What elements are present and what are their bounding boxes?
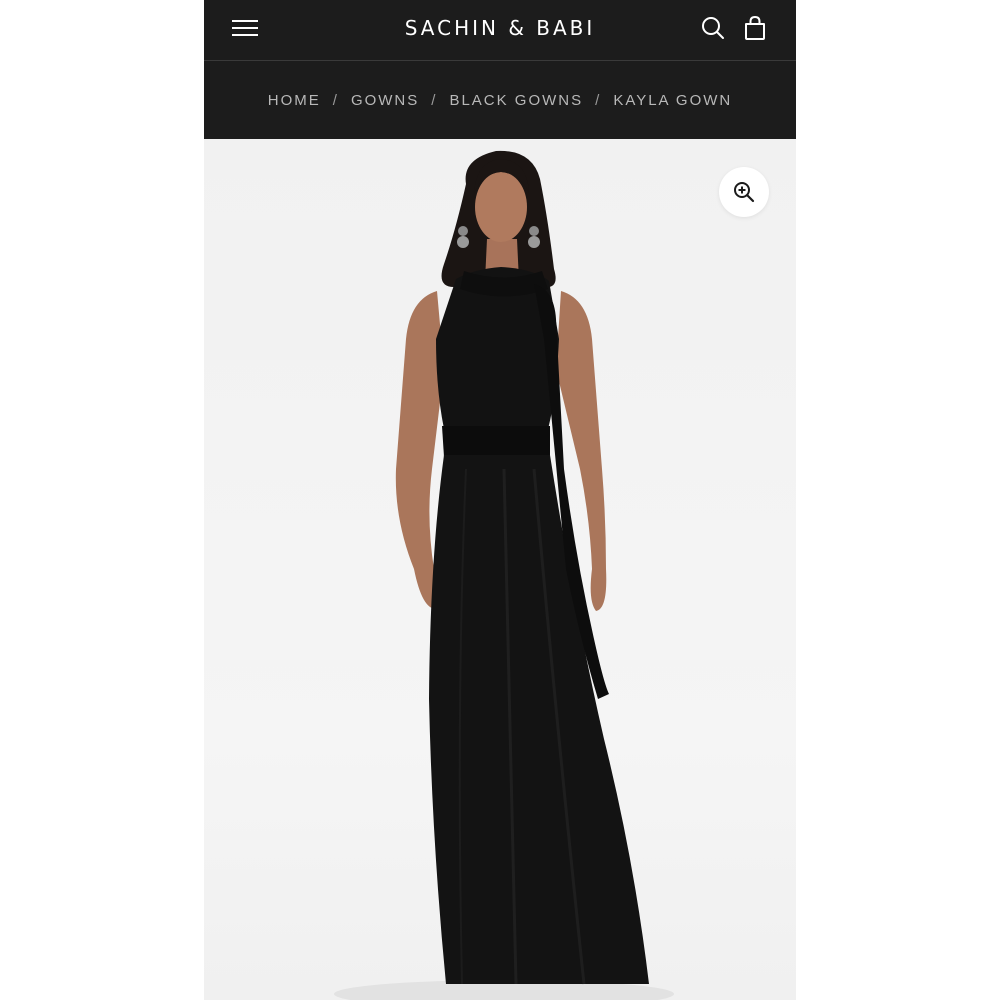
hamburger-menu-icon	[232, 27, 258, 29]
product-photo-model	[334, 150, 674, 1000]
brand-logo[interactable]: SACHIN & BABI	[405, 16, 596, 40]
breadcrumb-separator: /	[431, 91, 438, 109]
breadcrumb-black-gowns[interactable]: BLACK GOWNS	[449, 92, 583, 109]
zoom-in-icon	[734, 182, 755, 203]
shopping-bag-icon	[745, 15, 765, 40]
menu-button[interactable]	[230, 14, 260, 44]
site-header: SACHIN & BABI	[204, 0, 796, 61]
cart-button[interactable]	[740, 13, 770, 43]
product-image[interactable]	[204, 139, 796, 1000]
search-button[interactable]	[698, 13, 728, 43]
breadcrumb-separator: /	[595, 91, 602, 109]
breadcrumb-separator: /	[332, 91, 339, 109]
breadcrumb-home[interactable]: HOME	[268, 92, 321, 109]
search-icon	[702, 17, 724, 39]
breadcrumb-gowns[interactable]: GOWNS	[351, 92, 419, 109]
breadcrumb: HOME / GOWNS / BLACK GOWNS / KAYLA GOWN	[204, 61, 796, 139]
zoom-button[interactable]	[719, 167, 769, 217]
hamburger-menu-icon	[232, 20, 258, 22]
breadcrumb-current: KAYLA GOWN	[613, 91, 733, 109]
hamburger-menu-icon	[232, 34, 258, 36]
mobile-page: SACHIN & BABI HOME / GOWNS / BLACK GOWNS…	[204, 0, 796, 1000]
